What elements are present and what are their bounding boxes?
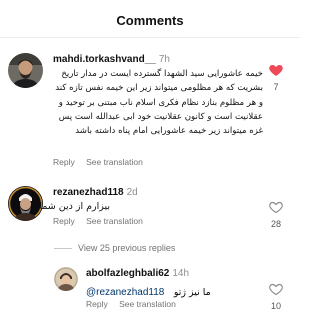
reply-like-count: 10 (270, 301, 281, 311)
reply-text-line: @rezanezhad118 ما نیز ژتو (86, 282, 211, 300)
avatar-reply[interactable] (54, 267, 78, 291)
comment-1-see-translation[interactable]: See translation (86, 157, 143, 167)
reply-time: 14h (172, 268, 190, 279)
reply-mention-link[interactable]: @rezanezhad118 (86, 287, 164, 298)
reply-text: ما نیز ژتو (173, 287, 211, 298)
comment-1-like-count: 7 (273, 82, 279, 92)
comment-2-reply-button[interactable]: Reply (53, 216, 75, 226)
reply-username[interactable]: abolfazleghbali62 14h (86, 268, 189, 279)
reply-reply-button[interactable]: Reply (86, 299, 108, 309)
reply-like-heart-icon[interactable] (268, 281, 284, 297)
replies-divider-line (54, 248, 72, 250)
comments-header: Comments (0, 0, 300, 38)
view-previous-replies-button[interactable]: View 25 previous replies (54, 243, 175, 253)
comment-1-reply-button[interactable]: Reply (53, 157, 75, 167)
comment-2-like-heart-icon[interactable] (268, 199, 284, 215)
comment-1-like-heart-icon[interactable] (268, 62, 284, 78)
comment-1-actions: Reply See translation (53, 157, 143, 167)
avatar-comment-2[interactable] (8, 186, 43, 221)
comment-2-actions: Reply See translation (53, 216, 143, 226)
comment-1-text: خیمه عاشورایی سید الشهدا گسترده ایست در … (55, 69, 263, 137)
comment-1-time: 7h (158, 54, 170, 65)
reply-actions: Reply See translation (86, 299, 176, 309)
avatar-comment-1[interactable] (8, 53, 43, 88)
comment-1-username[interactable]: mahdi.torkashvand__ 7h (53, 54, 170, 65)
comment-2-like-count: 28 (270, 219, 281, 229)
reply-see-translation[interactable]: See translation (119, 299, 176, 309)
comment-2-username[interactable]: rezanezhad118 2d (53, 187, 138, 198)
comment-2-see-translation[interactable]: See translation (86, 216, 143, 226)
header-title: Comments (116, 13, 184, 28)
comment-2-time: 2d (126, 187, 138, 198)
view-replies-label: View 25 previous replies (78, 243, 176, 253)
comment-2-text: بیزارم از دین شما (39, 201, 110, 212)
